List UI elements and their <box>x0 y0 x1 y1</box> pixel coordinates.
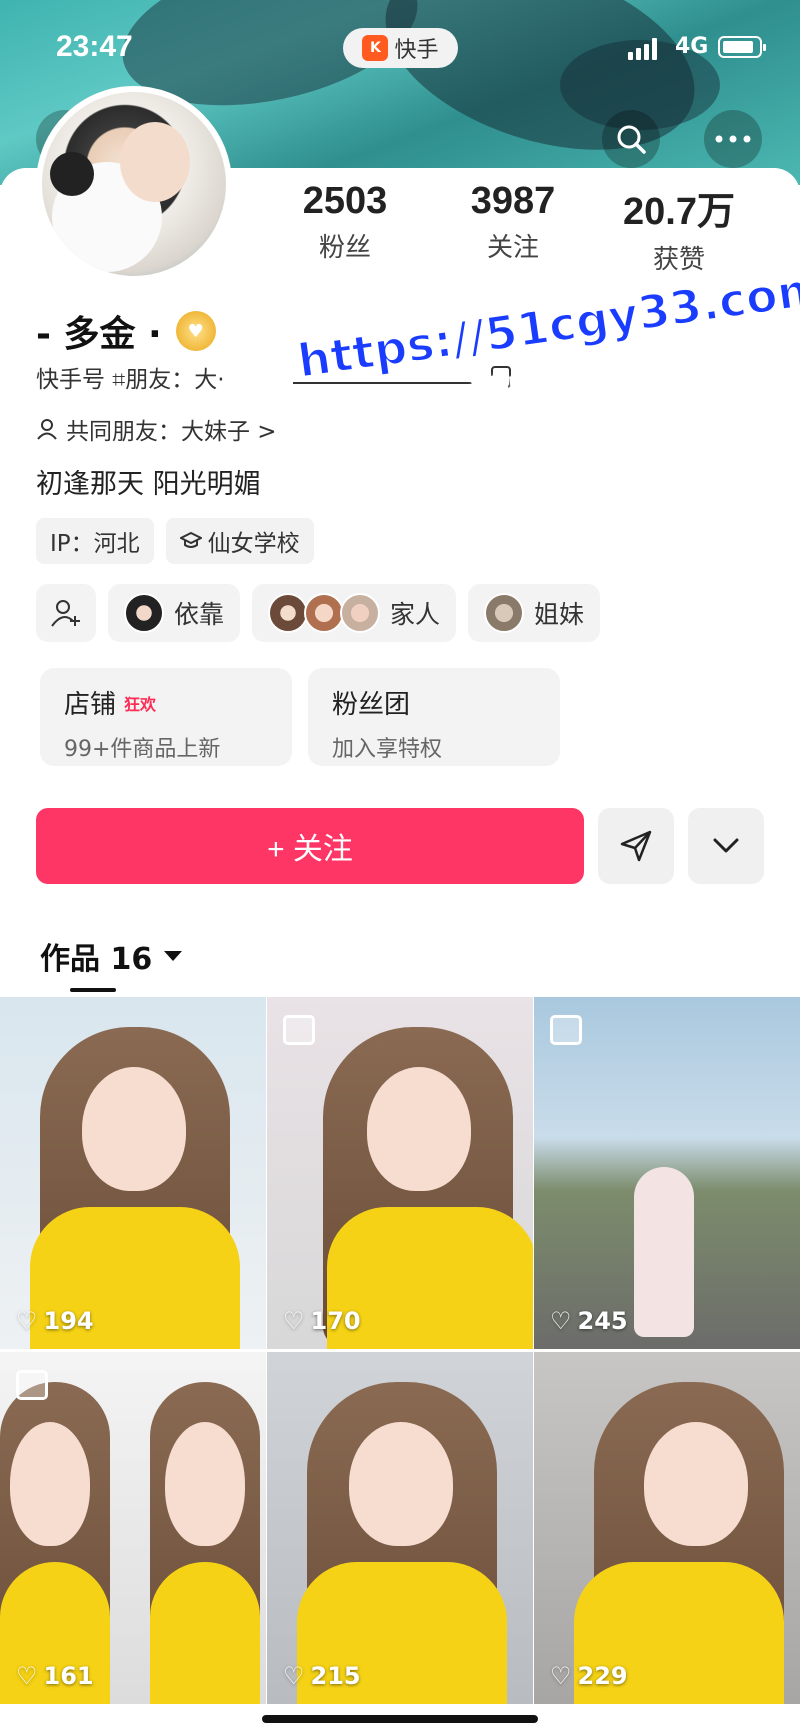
heart-icon: ♡ <box>16 1307 38 1335</box>
post-tile[interactable]: ♡ 170 <box>267 997 533 1349</box>
heart-icon: ♡ <box>550 1307 572 1335</box>
image-post-icon <box>16 1370 48 1400</box>
home-indicator[interactable] <box>262 1715 538 1723</box>
add-friend-button[interactable] <box>36 584 96 642</box>
graduation-cap-icon <box>179 531 202 548</box>
avatar <box>304 593 345 633</box>
fan-club-subtitle: 加入享特权 <box>332 737 443 762</box>
tab-label: 作品 16 <box>40 942 153 977</box>
follow-button[interactable]: + 关注 <box>36 808 584 884</box>
heart-icon: ♡ <box>283 1307 305 1335</box>
fan-club-card[interactable]: 粉丝团 加入享特权 <box>308 668 560 766</box>
post-tile[interactable]: ♡ 229 <box>534 1352 800 1704</box>
school-tag[interactable]: 仙女学校 <box>165 518 314 564</box>
dropdown-button[interactable] <box>688 808 764 884</box>
person-icon <box>37 419 57 440</box>
network-type: 4G <box>675 34 709 59</box>
avatar <box>124 593 164 633</box>
stat-value: 2503 <box>302 180 388 222</box>
status-time: 23:47 <box>56 30 133 63</box>
image-post-icon <box>550 1015 582 1045</box>
group-family[interactable]: 家人 <box>252 584 457 642</box>
post-likes: ♡ 215 <box>283 1662 361 1690</box>
post-likes: ♡ 229 <box>550 1662 628 1690</box>
hot-badge: 狂欢 <box>124 694 157 714</box>
post-likes: ♡ 170 <box>283 1307 361 1335</box>
signal-icon <box>628 38 657 60</box>
likes-count: 215 <box>310 1662 361 1690</box>
heart-icon: ♡ <box>283 1662 305 1690</box>
profile-name: - 多金 · <box>36 314 162 355</box>
relation-groups: 依靠 家人 姐妹 <box>36 584 601 642</box>
avatar <box>484 593 525 633</box>
shop-subtitle: 99+件商品上新 <box>64 737 221 762</box>
chevron-down-icon <box>713 838 739 853</box>
heart-icon: ♡ <box>550 1662 572 1690</box>
post-grid: ♡ 194 ♡ 170 ♡ 245 ♡ 161 ♡ 215 ♡ 229 <box>0 997 800 1704</box>
likes-count: 170 <box>310 1307 361 1335</box>
user-id: 快手号 ⌗朋友：大· <box>36 367 225 393</box>
stat-followers[interactable]: 2503 粉丝 <box>270 180 420 264</box>
bio: 初逢那天 阳光明媚 <box>36 469 261 500</box>
avatar[interactable] <box>36 86 232 282</box>
tab-works[interactable]: 作品 16 <box>40 934 183 978</box>
kuaishou-logo-icon: K <box>362 35 389 61</box>
post-tile[interactable]: ♡ 194 <box>0 997 266 1349</box>
likes-count: 245 <box>577 1307 628 1335</box>
tab-indicator <box>70 988 116 992</box>
mutual-friends: 共同朋友：大妹子 > <box>66 419 277 445</box>
mutual-friends-line[interactable]: 共同朋友：大妹子 > <box>36 412 277 446</box>
add-person-icon <box>51 600 80 627</box>
likes-count: 194 <box>43 1307 94 1335</box>
group-label: 依靠 <box>174 600 225 629</box>
group-label: 姐妹 <box>534 600 585 629</box>
likes-count: 229 <box>577 1662 628 1690</box>
post-tile[interactable]: ♡ 215 <box>267 1352 533 1704</box>
tag-label: IP：河北 <box>50 531 140 557</box>
stat-label: 粉丝 <box>318 233 371 263</box>
group-rely[interactable]: 依靠 <box>108 584 241 642</box>
heart-icon: ♡ <box>16 1662 38 1690</box>
post-tile[interactable]: ♡ 245 <box>534 997 800 1349</box>
post-likes: ♡ 245 <box>550 1307 628 1335</box>
stat-following[interactable]: 3987 关注 <box>438 180 588 264</box>
likes-count: 161 <box>43 1662 94 1690</box>
ip-tag: IP：河北 <box>36 518 154 564</box>
stat-likes[interactable]: 20.7万 获赞 <box>604 180 754 276</box>
stat-label: 获赞 <box>652 245 705 275</box>
profile-name-row: - 多金 · ♥ <box>36 305 216 357</box>
stat-value: 3987 <box>470 180 556 222</box>
app-indicator[interactable]: K 快手 <box>343 28 458 68</box>
stat-label: 关注 <box>486 233 539 263</box>
search-icon <box>617 125 646 154</box>
post-likes: ♡ 194 <box>16 1307 94 1335</box>
medal-badge-icon[interactable]: ♥ <box>175 311 216 351</box>
more-dots-icon <box>715 135 751 143</box>
group-sisters[interactable]: 姐妹 <box>468 584 601 642</box>
app-name: 快手 <box>394 38 439 63</box>
fan-club-title: 粉丝团 <box>332 690 411 720</box>
caret-down-icon <box>164 951 183 961</box>
post-tile[interactable]: ♡ 161 <box>0 1352 266 1704</box>
image-post-icon <box>283 1015 315 1045</box>
avatar <box>340 593 381 633</box>
stat-value: 20.7万 <box>623 191 735 233</box>
profile-tags: IP：河北 仙女学校 <box>36 518 314 564</box>
shop-title: 店铺 <box>64 690 117 720</box>
post-likes: ♡ 161 <box>16 1662 94 1690</box>
send-icon <box>620 830 652 862</box>
battery-icon <box>718 36 766 58</box>
more-button[interactable] <box>704 110 762 168</box>
search-button[interactable] <box>602 110 660 168</box>
shop-card[interactable]: 店铺 狂欢 99+件商品上新 <box>40 668 292 766</box>
avatar <box>268 593 309 633</box>
status-bar: 23:47 K 快手 4G <box>0 28 800 68</box>
tag-label: 仙女学校 <box>207 531 300 557</box>
group-label: 家人 <box>390 600 441 629</box>
message-button[interactable] <box>598 808 674 884</box>
